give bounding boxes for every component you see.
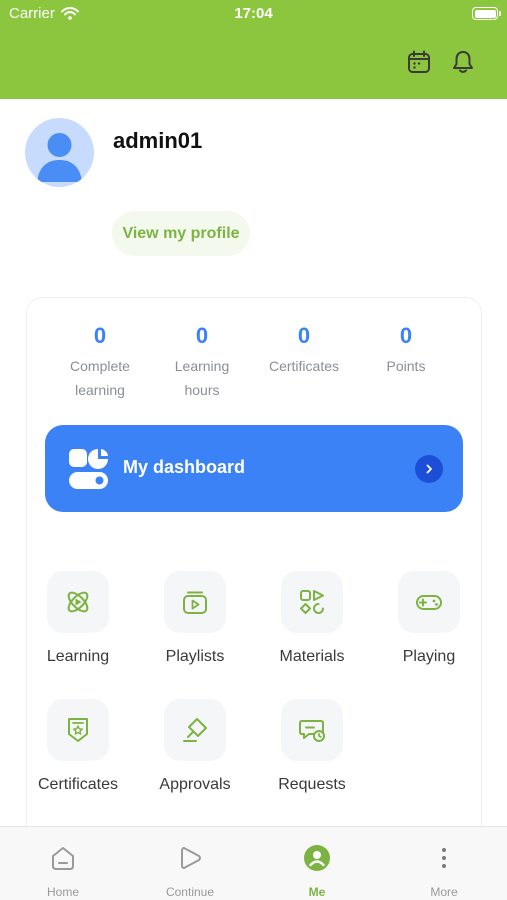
tab-label: Home [46,885,79,899]
status-bar: Carrier 17:04 [0,0,507,30]
stat-label: Complete learning [70,358,130,398]
view-profile-button[interactable]: View my profile [112,211,250,256]
playlists-tile-icon-box [164,571,226,633]
menu-item-label: Approvals [159,776,231,793]
menu-item-requests[interactable]: Requests [252,699,372,794]
stat-value: 0 [195,323,209,348]
badge-icon [68,718,88,742]
stat-value: 0 [297,323,311,348]
status-time: 17:04 [234,5,273,22]
stat-certificates[interactable]: 0 Certificates [254,320,354,378]
avatar[interactable] [25,118,94,187]
battery-icon [472,7,501,20]
learning-tile-icon-box [47,571,109,633]
stat-complete-learning[interactable]: 0 Complete learning [50,320,150,402]
tab-label: More [430,885,458,899]
calendar-icon[interactable] [406,49,432,75]
user-avatar-icon [37,133,82,182]
certificates-tile-icon-box [47,699,109,761]
tab-me[interactable]: Me [254,827,380,900]
more-icon [442,848,446,868]
stat-label: Certificates [268,358,340,374]
my-dashboard-button[interactable]: My dashboard [45,425,463,512]
dashboard-label: My dashboard [123,457,246,477]
tab-label: Me [308,885,326,899]
stat-label: Learning hours [174,358,230,398]
menu-item-approvals[interactable]: Approvals [135,699,255,794]
home-icon [52,847,74,870]
shapes-icon [300,590,324,614]
stat-value: 0 [399,323,413,348]
menu-item-label: Materials [279,648,345,665]
atom-icon [67,591,89,613]
stat-label: Points [386,358,426,374]
menu-item-playing[interactable]: Playing [369,571,489,666]
stat-value: 0 [93,323,107,348]
stamp-icon [183,718,207,742]
menu-item-learning[interactable]: Learning [18,571,138,666]
approvals-tile-icon-box [164,699,226,761]
user-icon [304,845,330,871]
tab-home[interactable]: Home [0,827,126,900]
menu-item-label: Requests [278,776,346,793]
menu-item-label: Playlists [165,648,225,665]
gamepad-icon [416,595,442,610]
stat-learning-hours[interactable]: 0 Learning hours [152,320,252,402]
dashboard-icon [69,449,108,489]
tab-label: Continue [165,885,215,899]
app-header: Carrier 17:04 [0,0,507,99]
bell-icon[interactable] [450,49,476,75]
menu-item-playlists[interactable]: Playlists [135,571,255,666]
tab-continue[interactable]: Continue [127,827,253,900]
bottom-tab-bar: Home Continue Me More [0,826,507,900]
chat-clock-icon [299,720,325,742]
tab-more[interactable]: More [381,827,507,900]
menu-item-label: Learning [46,648,110,665]
menu-item-certificates[interactable]: Certificates [18,699,138,794]
menu-item-label: Certificates [37,776,119,793]
playing-tile-icon-box [398,571,460,633]
materials-tile-icon-box [281,571,343,633]
play-icon [181,847,201,869]
requests-tile-icon-box [281,699,343,761]
stat-points[interactable]: 0 Points [356,320,456,378]
username: admin01 [113,128,203,153]
chevron-right-icon [415,455,443,483]
menu-item-materials[interactable]: Materials [252,571,372,666]
playlist-icon [183,591,207,614]
menu-item-label: Playing [402,648,456,665]
